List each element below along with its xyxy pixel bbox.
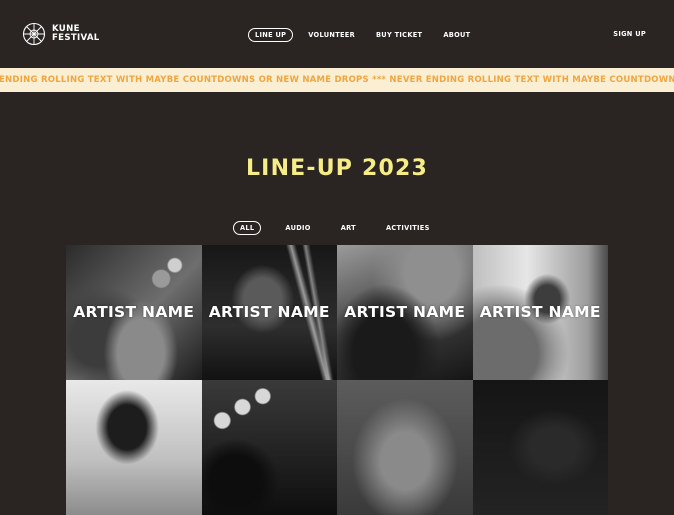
artist-card[interactable]: ARTIST NAME bbox=[472, 245, 608, 380]
page-title: LINE-UP 2023 bbox=[245, 156, 429, 181]
artist-photo bbox=[337, 380, 473, 515]
nav-item-line-up[interactable]: LINE UP bbox=[248, 28, 294, 42]
filter-art[interactable]: ART bbox=[335, 222, 362, 234]
filter-audio[interactable]: AUDIO bbox=[279, 222, 316, 234]
ticker-text: ENDING ROLLING TEXT WITH MAYBE COUNTDOWN… bbox=[0, 75, 674, 85]
logo-line-2: FESTIVAL bbox=[52, 33, 100, 43]
artist-card[interactable] bbox=[66, 380, 202, 515]
nav-item-about[interactable]: ABOUT bbox=[437, 29, 476, 41]
artist-grid: ARTIST NAME ARTIST NAME ARTIST NAME ARTI… bbox=[66, 245, 608, 515]
artist-photo bbox=[66, 380, 202, 515]
artist-card[interactable] bbox=[201, 380, 337, 515]
logo[interactable]: KUNE FESTIVAL bbox=[22, 22, 100, 46]
artist-photo bbox=[472, 380, 608, 515]
filter-activities[interactable]: ACTIVITIES bbox=[380, 222, 436, 234]
artist-photo bbox=[201, 380, 337, 515]
artist-name: ARTIST NAME bbox=[73, 303, 195, 321]
artist-card[interactable]: ARTIST NAME bbox=[201, 245, 337, 380]
artist-card[interactable]: ARTIST NAME bbox=[337, 245, 473, 380]
nav-item-buy-ticket[interactable]: BUY TICKET bbox=[370, 29, 428, 41]
artist-card[interactable] bbox=[472, 380, 608, 515]
sign-up-link[interactable]: SIGN UP bbox=[613, 30, 646, 38]
artist-name: ARTIST NAME bbox=[208, 303, 330, 321]
category-filters: ALL AUDIO ART ACTIVITIES bbox=[233, 221, 436, 235]
nav-item-volunteer[interactable]: VOLUNTEER bbox=[302, 29, 361, 41]
news-ticker: ENDING ROLLING TEXT WITH MAYBE COUNTDOWN… bbox=[0, 68, 674, 92]
logo-text: KUNE FESTIVAL bbox=[52, 24, 100, 44]
festival-logo-icon bbox=[22, 22, 46, 46]
artist-name: ARTIST NAME bbox=[344, 303, 466, 321]
artist-card[interactable] bbox=[337, 380, 473, 515]
artist-card[interactable]: ARTIST NAME bbox=[66, 245, 202, 380]
artist-name: ARTIST NAME bbox=[479, 303, 601, 321]
filter-all[interactable]: ALL bbox=[233, 221, 262, 235]
main-nav: LINE UP VOLUNTEER BUY TICKET ABOUT bbox=[248, 28, 476, 42]
site-header: KUNE FESTIVAL LINE UP VOLUNTEER BUY TICK… bbox=[0, 0, 674, 68]
